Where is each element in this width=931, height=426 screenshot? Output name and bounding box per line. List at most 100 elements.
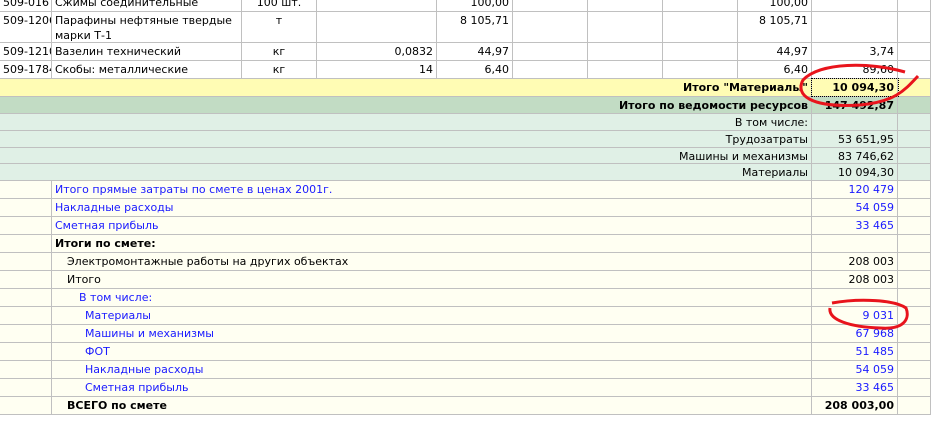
total-label[interactable]: Машины и механизмы bbox=[0, 148, 812, 163]
empty-cell[interactable] bbox=[0, 307, 52, 324]
empty-cell[interactable] bbox=[898, 253, 931, 270]
total-label[interactable]: Итого по ведомости ресурсов bbox=[0, 97, 812, 113]
material-unit[interactable]: кг bbox=[242, 61, 317, 78]
material-quantity[interactable]: 14 bbox=[317, 61, 437, 78]
empty-cell[interactable] bbox=[898, 271, 931, 288]
material-name[interactable]: Парафины нефтяные твердые марки Т-1 bbox=[52, 12, 242, 42]
empty-cell[interactable] bbox=[663, 61, 738, 78]
material-quantity[interactable] bbox=[317, 0, 437, 11]
summary-value[interactable]: 51 485 bbox=[812, 343, 898, 360]
empty-cell[interactable] bbox=[898, 325, 931, 342]
summary-label[interactable]: Итоги по смете: bbox=[52, 235, 812, 252]
material-code[interactable]: 509-1210 bbox=[0, 43, 52, 60]
summary-value[interactable]: 67 968 bbox=[812, 325, 898, 342]
material-price[interactable]: 44,97 bbox=[437, 43, 513, 60]
summary-label[interactable]: Итого прямые затраты по смете в ценах 20… bbox=[52, 181, 812, 198]
summary-value[interactable]: 208 003,00 bbox=[812, 397, 898, 414]
empty-cell[interactable] bbox=[898, 307, 931, 324]
empty-cell[interactable] bbox=[898, 397, 931, 414]
material-quantity[interactable] bbox=[317, 12, 437, 42]
material-unit[interactable]: т bbox=[242, 12, 317, 42]
material-code[interactable]: 509-1206 bbox=[0, 12, 52, 42]
empty-cell[interactable] bbox=[898, 114, 931, 130]
summary-label[interactable]: Сметная прибыль bbox=[52, 217, 812, 234]
empty-cell[interactable] bbox=[0, 181, 52, 198]
empty-cell[interactable] bbox=[0, 379, 52, 396]
empty-cell[interactable] bbox=[898, 164, 931, 180]
total-value[interactable]: 10 094,30 bbox=[812, 164, 898, 180]
empty-cell[interactable] bbox=[898, 43, 931, 60]
total-label[interactable]: В том числе: bbox=[0, 114, 812, 130]
material-total[interactable]: 3,74 bbox=[812, 43, 898, 60]
material-price[interactable]: 8 105,71 bbox=[437, 12, 513, 42]
empty-cell[interactable] bbox=[898, 0, 931, 11]
summary-label[interactable]: Итого bbox=[52, 271, 812, 288]
summary-value[interactable]: 120 479 bbox=[812, 181, 898, 198]
empty-cell[interactable] bbox=[898, 289, 931, 306]
summary-value[interactable] bbox=[812, 235, 898, 252]
summary-value[interactable]: 208 003 bbox=[812, 253, 898, 270]
empty-cell[interactable] bbox=[588, 12, 663, 42]
summary-value[interactable]: 33 465 bbox=[812, 379, 898, 396]
empty-cell[interactable] bbox=[588, 43, 663, 60]
material-name[interactable]: Сжимы соединительные bbox=[52, 0, 242, 11]
empty-cell[interactable] bbox=[898, 131, 931, 147]
empty-cell[interactable] bbox=[0, 397, 52, 414]
total-value[interactable]: 53 651,95 bbox=[812, 131, 898, 147]
material-unit[interactable]: 100 шт. bbox=[242, 0, 317, 11]
empty-cell[interactable] bbox=[898, 361, 931, 378]
summary-label[interactable]: Сметная прибыль bbox=[52, 379, 812, 396]
material-unit-cost[interactable]: 8 105,71 bbox=[738, 12, 812, 42]
empty-cell[interactable] bbox=[898, 12, 931, 42]
summary-value[interactable]: 54 059 bbox=[812, 199, 898, 216]
total-label[interactable]: Материалы bbox=[0, 164, 812, 180]
empty-cell[interactable] bbox=[898, 79, 931, 96]
empty-cell[interactable] bbox=[898, 61, 931, 78]
empty-cell[interactable] bbox=[513, 12, 588, 42]
total-label[interactable]: Трудозатраты bbox=[0, 131, 812, 147]
material-unit-cost[interactable]: 6,40 bbox=[738, 61, 812, 78]
empty-cell[interactable] bbox=[0, 253, 52, 270]
material-price[interactable]: 100,00 bbox=[437, 0, 513, 11]
summary-label[interactable]: Машины и механизмы bbox=[52, 325, 812, 342]
material-total[interactable]: 89,60 bbox=[812, 61, 898, 78]
material-unit-cost[interactable]: 100,00 bbox=[738, 0, 812, 11]
material-total[interactable] bbox=[812, 12, 898, 42]
empty-cell[interactable] bbox=[0, 289, 52, 306]
empty-cell[interactable] bbox=[663, 43, 738, 60]
material-unit[interactable]: кг bbox=[242, 43, 317, 60]
summary-label[interactable]: В том числе: bbox=[52, 289, 812, 306]
summary-value[interactable]: 9 031 bbox=[812, 307, 898, 324]
material-price[interactable]: 6,40 bbox=[437, 61, 513, 78]
material-name[interactable]: Скобы: металлические bbox=[52, 61, 242, 78]
empty-cell[interactable] bbox=[898, 235, 931, 252]
empty-cell[interactable] bbox=[513, 0, 588, 11]
empty-cell[interactable] bbox=[513, 61, 588, 78]
total-value[interactable]: 10 094,30 bbox=[811, 78, 899, 97]
summary-label[interactable]: Электромонтажные работы на других объект… bbox=[52, 253, 812, 270]
summary-label[interactable]: ВСЕГО по смете bbox=[52, 397, 812, 414]
empty-cell[interactable] bbox=[0, 217, 52, 234]
empty-cell[interactable] bbox=[0, 361, 52, 378]
empty-cell[interactable] bbox=[898, 181, 931, 198]
total-label[interactable]: Итого "Материалы" bbox=[0, 79, 812, 96]
material-name[interactable]: Вазелин технический bbox=[52, 43, 242, 60]
summary-value[interactable]: 54 059 bbox=[812, 361, 898, 378]
empty-cell[interactable] bbox=[898, 379, 931, 396]
summary-value[interactable]: 208 003 bbox=[812, 271, 898, 288]
summary-value[interactable] bbox=[812, 289, 898, 306]
material-total[interactable] bbox=[812, 0, 898, 11]
summary-label[interactable]: Материалы bbox=[52, 307, 812, 324]
empty-cell[interactable] bbox=[898, 97, 931, 113]
empty-cell[interactable] bbox=[0, 343, 52, 360]
empty-cell[interactable] bbox=[898, 199, 931, 216]
material-code[interactable]: 509-1784 bbox=[0, 61, 52, 78]
empty-cell[interactable] bbox=[513, 43, 588, 60]
empty-cell[interactable] bbox=[0, 235, 52, 252]
total-value[interactable] bbox=[812, 114, 898, 130]
empty-cell[interactable] bbox=[588, 0, 663, 11]
empty-cell[interactable] bbox=[898, 217, 931, 234]
empty-cell[interactable] bbox=[663, 12, 738, 42]
summary-label[interactable]: Накладные расходы bbox=[52, 361, 812, 378]
empty-cell[interactable] bbox=[588, 61, 663, 78]
